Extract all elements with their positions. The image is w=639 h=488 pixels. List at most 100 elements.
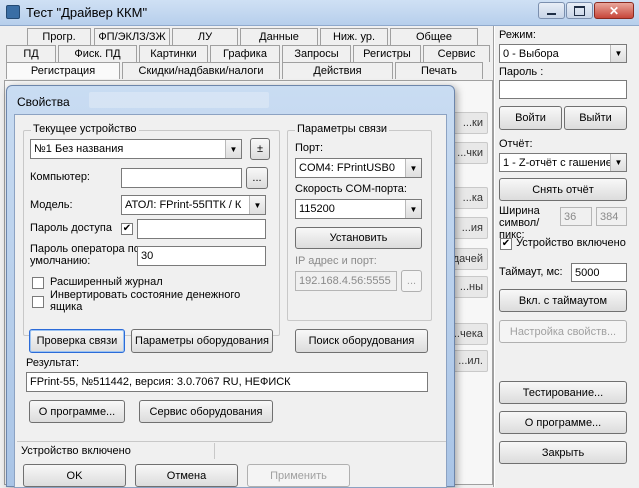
main-titlebar: Тест "Драйвер ККМ" ✕ [0, 0, 639, 26]
cancel-button[interactable]: Отмена [135, 464, 238, 487]
report-label: Отчёт: [499, 138, 533, 150]
access-password-input[interactable] [137, 219, 266, 239]
hardware-service-button[interactable]: Сервис оборудования [139, 400, 273, 423]
timeout-label: Таймаут, мс: [499, 266, 563, 278]
ip-browse-button[interactable]: ... [401, 270, 422, 292]
close-window-button[interactable]: ✕ [594, 2, 634, 19]
login-button[interactable]: Войти [499, 106, 562, 130]
device-value: №1 Без названия [34, 143, 124, 155]
mode-select[interactable]: 0 - Выбора ▼ [499, 44, 627, 63]
chevron-down-icon: ▼ [610, 154, 626, 171]
dialog-client-area: Текущее устройство №1 Без названия ▼ ± К… [14, 114, 447, 488]
search-hardware-button[interactable]: Поиск оборудования [295, 329, 428, 353]
comm-params-group-title: Параметры связи [295, 123, 390, 135]
mode-value: 0 - Выбора [503, 47, 559, 60]
speed-select[interactable]: 115200 ▼ [295, 199, 422, 219]
maximize-icon [574, 5, 585, 16]
model-select[interactable]: АТОЛ: FPrint-55ПТК / К ▼ [121, 195, 266, 215]
properties-dialog: Свойства Текущее устройство №1 Без назва… [6, 85, 455, 488]
dialog-title: Свойства [17, 95, 70, 109]
app-icon [6, 5, 20, 19]
device-enabled-checkbox[interactable]: ✔ [500, 238, 512, 250]
tab-row3-2[interactable]: Действия [282, 62, 393, 79]
tab-row2-6[interactable]: Сервис [423, 45, 490, 62]
tab-row1-1[interactable]: ФП/ЭКЛЗ/ЗЖ [94, 28, 170, 45]
tab-row3-3[interactable]: Печать [395, 62, 483, 79]
model-label: Модель: [30, 199, 73, 211]
ip-label: IP адрес и порт: [295, 255, 377, 267]
ip-input[interactable]: 192.168.4.56:5555 [295, 271, 397, 291]
model-value: АТОЛ: FPrint-55ПТК / К [125, 199, 242, 211]
minimize-icon [547, 12, 556, 15]
testing-button[interactable]: Тестирование... [499, 381, 627, 404]
dialog-title-ghost [89, 92, 269, 108]
result-label: Результат: [26, 357, 80, 369]
width-pixels-input[interactable]: 384 [596, 207, 627, 226]
access-password-label: Пароль доступа [30, 222, 112, 234]
main-window-title: Тест "Драйвер ККМ" [26, 5, 148, 20]
timeout-input[interactable]: 5000 [571, 263, 627, 282]
port-label: Порт: [295, 142, 323, 154]
properties-button[interactable]: Настройка свойств... [499, 320, 627, 343]
access-password-checkbox[interactable]: ✔ [121, 223, 133, 235]
tab-row2-5[interactable]: Регистры [353, 45, 421, 62]
logout-button[interactable]: Выйти [564, 106, 627, 130]
about-main-button[interactable]: О программе... [499, 411, 627, 434]
extended-log-label: Расширенный журнал [50, 276, 163, 288]
tab-row1-5[interactable]: Общее [390, 28, 478, 45]
report-value: 1 - Z-отчёт с гашение [503, 156, 610, 169]
status-text: Устройство включено [21, 445, 131, 457]
remove-report-button[interactable]: Снять отчёт [499, 178, 627, 201]
tab-row3-0[interactable]: Регистрация [6, 62, 120, 79]
maximize-button[interactable] [566, 2, 593, 19]
invert-drawer-label: Инвертировать состояние денежного ящика [50, 289, 241, 313]
tab-row3-1[interactable]: Скидки/надбавки/налоги [122, 62, 280, 79]
result-field[interactable]: FPrint-55, №511442, версия: 3.0.7067 RU,… [26, 372, 428, 392]
invert-drawer-checkbox[interactable] [32, 296, 44, 308]
apply-button[interactable]: Применить [247, 464, 350, 487]
tab-row2-2[interactable]: Картинки [139, 45, 208, 62]
operator-password-label: Пароль оператора по умолчанию: [30, 243, 140, 267]
dialog-status-bar: Устройство включено [17, 441, 446, 459]
set-button[interactable]: Установить [295, 227, 422, 249]
chevron-down-icon: ▼ [610, 45, 626, 62]
dialog-about-button[interactable]: О программе... [29, 400, 125, 423]
operator-password-input[interactable]: 30 [137, 246, 266, 266]
speed-label: Скорость COM-порта: [295, 183, 407, 195]
tab-row1-3[interactable]: Данные [240, 28, 318, 45]
check-connection-button[interactable]: Проверка связи [29, 329, 125, 353]
tab-row1-2[interactable]: ЛУ [172, 28, 238, 45]
right-panel-separator [493, 26, 495, 487]
device-enabled-label: Устройство включено [516, 237, 626, 249]
tab-row2-3[interactable]: Графика [210, 45, 280, 62]
comm-params-group: Параметры связи Порт: COM4: FPrintUSB0 ▼… [287, 123, 432, 321]
computer-input[interactable] [121, 168, 242, 188]
minimize-button[interactable] [538, 2, 565, 19]
speed-value: 115200 [299, 203, 335, 215]
port-select[interactable]: COM4: FPrintUSB0 ▼ [295, 158, 422, 178]
extended-log-checkbox[interactable] [32, 277, 44, 289]
password-input[interactable] [499, 80, 627, 99]
device-select[interactable]: №1 Без названия ▼ [30, 139, 242, 159]
status-divider [214, 443, 215, 459]
timeout-enable-button[interactable]: Вкл. с таймаутом [499, 289, 627, 312]
current-device-group-title: Текущее устройство [31, 123, 139, 135]
tab-row1-0[interactable]: Прогр. [27, 28, 91, 45]
mode-label: Режим: [499, 29, 536, 41]
report-select[interactable]: 1 - Z-отчёт с гашение ▼ [499, 153, 627, 172]
close-icon: ✕ [608, 3, 620, 18]
chevron-down-icon: ▼ [225, 140, 241, 158]
device-plusminus-button[interactable]: ± [250, 138, 270, 160]
chevron-down-icon: ▼ [405, 159, 421, 177]
ok-button[interactable]: OK [23, 464, 126, 487]
close-app-button[interactable]: Закрыть [499, 441, 627, 464]
tab-row2-4[interactable]: Запросы [282, 45, 351, 62]
tab-row2-0[interactable]: ПД [6, 45, 56, 62]
current-device-group: Текущее устройство №1 Без названия ▼ ± К… [23, 123, 280, 336]
hardware-params-button[interactable]: Параметры оборудования [131, 329, 273, 353]
computer-browse-button[interactable]: ... [246, 167, 268, 189]
tab-row2-1[interactable]: Фиск. ПД [58, 45, 137, 62]
chevron-down-icon: ▼ [405, 200, 421, 218]
tab-row1-4[interactable]: Ниж. ур. [320, 28, 388, 45]
width-chars-input[interactable]: 36 [560, 207, 592, 226]
